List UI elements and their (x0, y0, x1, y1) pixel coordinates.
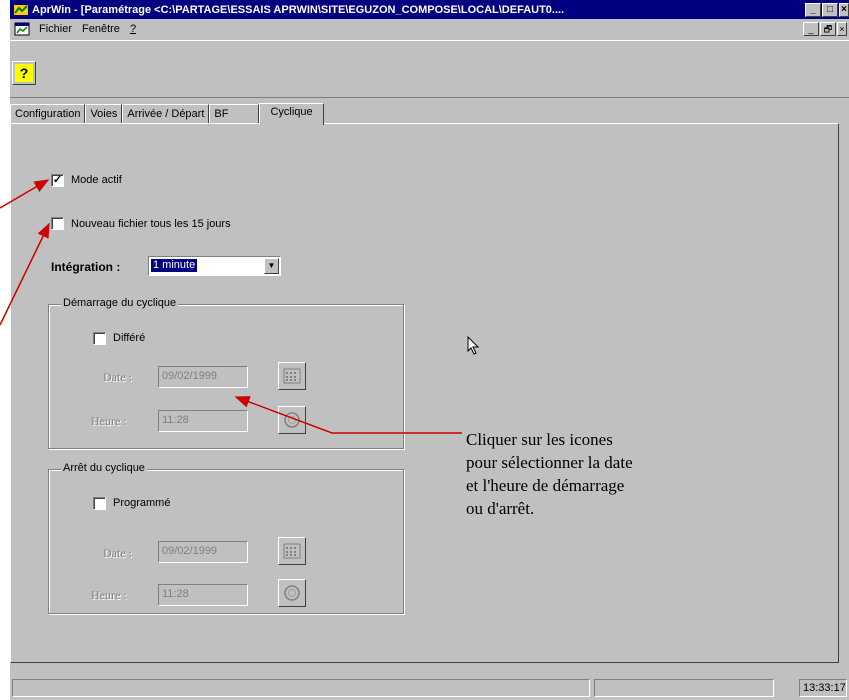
child-minimize-button[interactable]: _ (803, 22, 819, 36)
calendar-icon (283, 368, 301, 384)
tab-bf[interactable]: BF (209, 104, 260, 124)
demarrage-group-title: Démarrage du cyclique (61, 297, 179, 309)
status-progress (594, 679, 774, 697)
close-button[interactable]: × (839, 2, 849, 17)
programme-checkbox[interactable] (93, 497, 106, 510)
status-bar: 13:33:17 (10, 676, 849, 700)
tab-cyclique[interactable]: Cyclique (259, 103, 324, 125)
demarrage-date-picker-button[interactable] (278, 362, 306, 390)
programme-label: Programmé (113, 497, 171, 509)
annotation-line: ou d'arrêt. (466, 499, 535, 518)
demarrage-heure-label: Heure : (91, 414, 127, 428)
nouveau-fichier-label: Nouveau fichier tous les 15 jours (71, 218, 231, 230)
arret-heure-field[interactable]: 11:28 (158, 584, 248, 606)
maximize-button[interactable]: □ (822, 2, 838, 17)
annotation-line: pour sélectionner la date (466, 453, 633, 472)
clock-icon (284, 412, 300, 428)
annotation-line: et l'heure de démarrage (466, 476, 625, 495)
tab-configuration[interactable]: Configuration (10, 104, 86, 124)
tab-strip: Configuration Voies Arrivée / Départ BF … (10, 102, 324, 125)
demarrage-date-label: Date : (103, 370, 132, 384)
menu-fichier[interactable]: Fichier (34, 23, 77, 35)
tab-arrivee-depart[interactable]: Arrivée / Départ (122, 104, 210, 124)
menu-help[interactable]: ? (125, 23, 141, 35)
help-icon: ? (15, 64, 33, 82)
toolbar: ? (10, 40, 849, 98)
integration-value: 1 minute (151, 259, 198, 272)
help-button[interactable]: ? (12, 61, 36, 85)
status-message (12, 679, 590, 697)
aprwin-app-icon (14, 4, 28, 15)
document-icon[interactable] (14, 21, 30, 37)
arret-group-title: Arrêt du cyclique (61, 462, 147, 474)
demarrage-heure-picker-button[interactable] (278, 406, 306, 434)
child-close-button[interactable]: × (837, 22, 847, 36)
mouse-cursor-icon (467, 336, 480, 355)
arret-date-label: Date : (103, 546, 132, 560)
demarrage-date-field[interactable]: 09/02/1999 (158, 366, 248, 388)
integration-select[interactable]: 1 minute ▼ (148, 256, 281, 276)
mode-actif-label: Mode actif (71, 174, 122, 186)
status-time: 13:33:17 (799, 679, 847, 697)
annotation-line: Cliquer sur les icones (466, 430, 613, 449)
mode-actif-checkbox[interactable]: ✓ (51, 174, 64, 187)
tab-voies[interactable]: Voies (85, 104, 123, 124)
calendar-icon (283, 543, 301, 559)
chevron-down-icon[interactable]: ▼ (264, 258, 279, 274)
demarrage-heure-field[interactable]: 11:28 (158, 410, 248, 432)
clock-icon (284, 585, 300, 601)
title-bar[interactable]: AprWin - [Paramétrage <C:\PARTAGE\ESSAIS… (10, 0, 849, 19)
menu-bar: Fichier Fenêtre ? _ 🗗 × (10, 19, 849, 39)
arret-heure-label: Heure : (91, 588, 127, 602)
arret-heure-picker-button[interactable] (278, 579, 306, 607)
cyclique-panel: ✓ Mode actif Nouveau fichier tous les 15… (10, 123, 839, 663)
differe-label: Différé (113, 332, 146, 344)
arret-date-picker-button[interactable] (278, 537, 306, 565)
differe-checkbox[interactable] (93, 332, 106, 345)
menu-fenetre[interactable]: Fenêtre (77, 23, 125, 35)
integration-label: Intégration : (51, 260, 121, 274)
annotation-text: Cliquer sur les icones pour sélectionner… (466, 428, 633, 520)
arret-date-field[interactable]: 09/02/1999 (158, 541, 248, 563)
window-title: AprWin - [Paramétrage <C:\PARTAGE\ESSAIS… (32, 3, 565, 16)
app-window: AprWin - [Paramétrage <C:\PARTAGE\ESSAIS… (10, 0, 849, 700)
child-restore-button[interactable]: 🗗 (820, 22, 836, 36)
nouveau-fichier-checkbox[interactable] (51, 217, 64, 230)
minimize-button[interactable]: _ (805, 2, 821, 17)
